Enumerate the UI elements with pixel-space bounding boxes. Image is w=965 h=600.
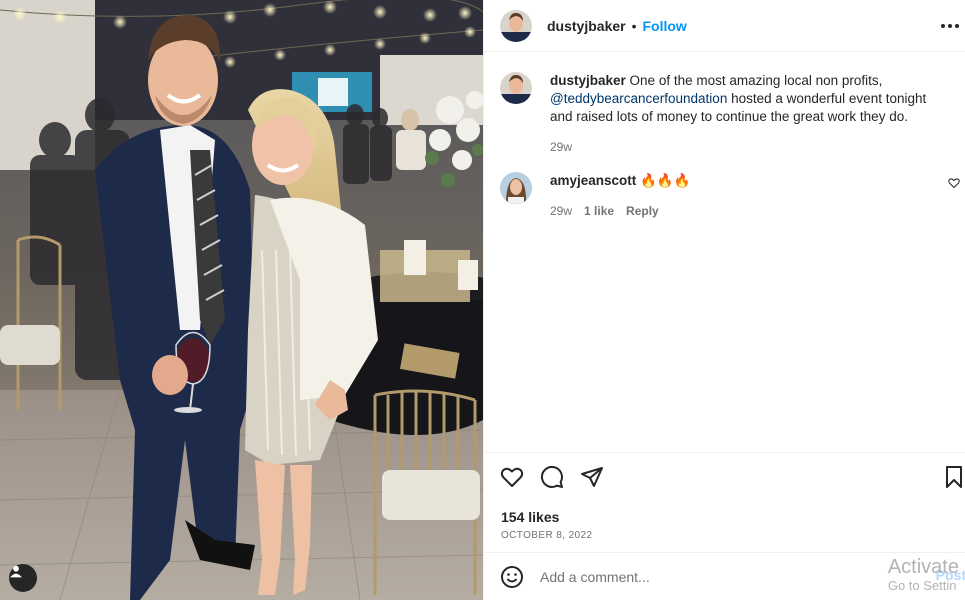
caption-username[interactable]: dustyjbaker bbox=[550, 73, 626, 88]
heart-icon[interactable] bbox=[500, 465, 524, 489]
commenter-username[interactable]: amyjeanscott bbox=[550, 173, 636, 188]
caption-body: dustyjbaker One of the most amazing loca… bbox=[550, 72, 950, 156]
comment-item: amyjeanscott 🔥🔥🔥 29w 1 like Reply bbox=[500, 172, 960, 220]
commenter-avatar[interactable] bbox=[500, 172, 532, 204]
post-header: dustyjbaker • Follow bbox=[484, 0, 965, 52]
comment-reply-button[interactable]: Reply bbox=[626, 202, 659, 220]
comment-text: 🔥🔥🔥 bbox=[640, 173, 691, 188]
comment-like-heart-icon[interactable] bbox=[948, 176, 960, 192]
caption-avatar-image bbox=[500, 72, 532, 104]
comment-input[interactable] bbox=[540, 568, 860, 585]
caption-avatar[interactable] bbox=[500, 72, 532, 104]
caption-time[interactable]: 29w bbox=[550, 138, 572, 156]
action-icon-row bbox=[500, 465, 604, 489]
post-comment-button[interactable]: Post bbox=[936, 567, 965, 583]
comments-list: dustyjbaker One of the most amazing loca… bbox=[484, 52, 965, 452]
comment-likes[interactable]: 1 like bbox=[584, 202, 614, 220]
post-actions: 154 likes OCTOBER 8, 2022 bbox=[484, 452, 965, 552]
comment-time[interactable]: 29w bbox=[550, 202, 572, 220]
bookmark-icon[interactable] bbox=[942, 465, 965, 489]
likes-count[interactable]: 154 likes bbox=[501, 509, 559, 525]
event-photo-illustration bbox=[0, 0, 483, 600]
comment-icon[interactable] bbox=[540, 465, 564, 489]
author-avatar[interactable] bbox=[500, 9, 532, 42]
more-horizontal-icon[interactable] bbox=[938, 14, 962, 38]
post-photo[interactable] bbox=[0, 0, 483, 600]
comment-body: amyjeanscott 🔥🔥🔥 29w 1 like Reply bbox=[550, 172, 950, 220]
user-tag-glyph bbox=[10, 565, 22, 578]
caption-mention[interactable]: @teddybearcancerfoundation bbox=[550, 91, 727, 106]
follow-button[interactable]: Follow bbox=[643, 18, 687, 34]
add-comment-bar: Post bbox=[484, 552, 965, 600]
commenter-avatar-image bbox=[500, 172, 532, 204]
caption-meta: 29w bbox=[550, 138, 950, 156]
caption-text-prefix: One of the most amazing local non profit… bbox=[629, 73, 883, 88]
emoji-icon[interactable] bbox=[500, 565, 524, 589]
caption-comment: dustyjbaker One of the most amazing loca… bbox=[500, 72, 960, 156]
post-date[interactable]: OCTOBER 8, 2022 bbox=[501, 530, 592, 541]
author-avatar-image bbox=[500, 9, 532, 42]
post-sidebar: dustyjbaker • Follow dustyjbaker One of … bbox=[483, 0, 965, 600]
user-tag-icon[interactable] bbox=[9, 564, 37, 592]
comment-meta: 29w 1 like Reply bbox=[550, 202, 950, 220]
header-separator: • bbox=[631, 17, 637, 34]
author-username[interactable]: dustyjbaker bbox=[547, 18, 626, 34]
share-icon[interactable] bbox=[580, 465, 604, 489]
